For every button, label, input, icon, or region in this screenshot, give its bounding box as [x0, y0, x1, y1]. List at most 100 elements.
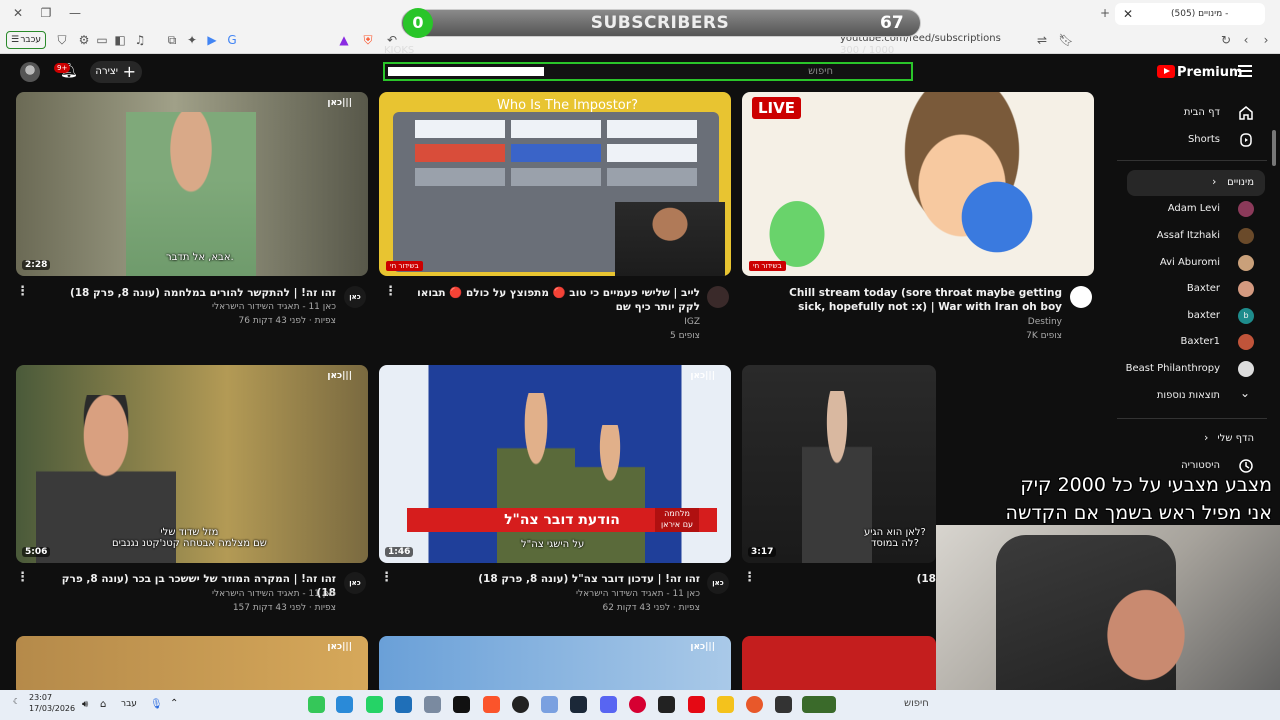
- sidebar-channel-beast-philanthropy[interactable]: Beast Philanthropy: [1070, 363, 1220, 374]
- account-avatar[interactable]: [20, 62, 40, 82]
- video-thumbnail[interactable]: Who Is The Impostor? בשידור חי: [379, 92, 731, 276]
- browser-tab[interactable]: (505) מינויים - YouTube: [1115, 3, 1265, 41]
- brave-icon[interactable]: ⛨: [360, 32, 376, 48]
- reload-icon[interactable]: ↻: [1218, 32, 1234, 48]
- video-thumbnail[interactable]: [742, 636, 936, 696]
- video-title[interactable]: (18: [880, 572, 936, 586]
- volume-icon[interactable]: 🔊︎: [82, 699, 88, 710]
- channel-name[interactable]: Destiny: [768, 315, 1062, 329]
- hamburger-menu-icon[interactable]: [1238, 65, 1252, 77]
- minimize-window-icon[interactable]: —: [67, 5, 83, 21]
- channel-name[interactable]: כאן 11 - תאגיד השידור הישראלי: [424, 587, 700, 601]
- more-options-icon[interactable]: ⋮: [384, 284, 397, 299]
- discord-icon[interactable]: [600, 696, 617, 713]
- sidebar-item-history[interactable]: היסטוריה: [1070, 460, 1220, 471]
- tabs-icon[interactable]: ▭: [94, 32, 110, 48]
- channel-name[interactable]: כאן 11 - תאגיד השידור הישראלי: [60, 587, 336, 601]
- screenshot-icon[interactable]: ⧉: [164, 32, 180, 48]
- more-options-icon[interactable]: ⋮: [380, 570, 393, 585]
- settings-icon[interactable]: [424, 696, 441, 713]
- close-tab-icon[interactable]: ✕: [1120, 6, 1136, 22]
- sidebar-channel-baxter[interactable]: Baxter: [1070, 283, 1220, 294]
- video-thumbnail[interactable]: כאן||| אבא, אל תדבר. 2:28: [16, 92, 368, 276]
- youtube-premium-logo[interactable]: Premium: [1157, 65, 1243, 80]
- back-icon[interactable]: ›: [1258, 32, 1274, 48]
- create-button[interactable]: יצירה +: [90, 61, 142, 83]
- channel-avatar[interactable]: כאן: [344, 572, 366, 594]
- extension-icon[interactable]: ✦: [184, 32, 200, 48]
- video-thumbnail[interactable]: כאן||| מזל שדוד שלי שם מצלמה אבטחה קטנ'ק…: [16, 365, 368, 563]
- app-icon[interactable]: [746, 696, 763, 713]
- netflix-icon[interactable]: [688, 696, 705, 713]
- restore-window-icon[interactable]: ❐: [38, 5, 54, 21]
- sidebar-channel-baxter-lower[interactable]: baxter: [1070, 310, 1220, 321]
- bookmark-icon[interactable]: 🔖︎: [1058, 32, 1074, 48]
- channel-name[interactable]: כאן 11 - תאגיד השידור הישראלי: [60, 300, 336, 314]
- channel-avatar[interactable]: [1070, 286, 1092, 308]
- tray-expand-icon[interactable]: ⌃: [170, 698, 178, 709]
- microphone-icon[interactable]: 🎙︎: [150, 699, 163, 710]
- close-window-icon[interactable]: ✕: [10, 5, 26, 21]
- settings-icon[interactable]: ⚙: [76, 32, 92, 48]
- weather-icon[interactable]: ☾: [13, 697, 20, 706]
- forward-icon[interactable]: ‹: [1238, 32, 1254, 48]
- sidebar-scrollbar[interactable]: [1272, 130, 1276, 166]
- split-icon[interactable]: ◧: [112, 32, 128, 48]
- meet-icon[interactable]: ▶: [204, 32, 220, 48]
- video-title[interactable]: לייב | שלישי פעמיים כי טוב 🔴 מתפוצץ על כ…: [400, 286, 700, 314]
- kan-logo: כאן|||: [690, 371, 715, 381]
- sidebar-you-header[interactable]: הדף שלי: [1104, 433, 1254, 444]
- channel-avatar[interactable]: כאן: [707, 572, 729, 594]
- chatgpt-icon[interactable]: [658, 696, 675, 713]
- live-tag: בשידור חי: [749, 261, 786, 271]
- sidebar-toggle-button[interactable]: ☰ עכבר: [6, 31, 46, 49]
- clock-time[interactable]: 23:07: [29, 693, 52, 702]
- music-icon[interactable]: ♫: [132, 32, 148, 48]
- video-title[interactable]: Chill stream today (sore throat maybe ge…: [768, 286, 1062, 314]
- channel-name[interactable]: IGZ: [400, 315, 700, 329]
- triangle-icon[interactable]: ▲: [336, 32, 352, 48]
- video-title[interactable]: זהו זה! | עדכון דובר צה"ל (עונה 8, פרק 1…: [424, 572, 700, 586]
- shield-icon[interactable]: ⛉: [54, 32, 70, 48]
- task-view-icon[interactable]: [775, 696, 792, 713]
- overlay-goal: 300 / 1000: [840, 45, 895, 56]
- video-thumbnail[interactable]: לאן הוא הגיע? לה במוסד? 3:17: [742, 365, 936, 563]
- steam-icon[interactable]: [570, 696, 587, 713]
- sidebar-show-more[interactable]: תוצאות נוספות: [1070, 390, 1220, 401]
- video-thumbnail[interactable]: כאן|||: [16, 636, 368, 696]
- telegram-icon[interactable]: [336, 696, 353, 713]
- language-indicator[interactable]: עבר: [121, 699, 137, 709]
- more-options-icon[interactable]: ⋮: [16, 284, 29, 299]
- channel-avatar[interactable]: [707, 286, 729, 308]
- more-options-icon[interactable]: ⋮: [743, 570, 756, 585]
- sidebar-divider: [1117, 160, 1267, 161]
- whatsapp-icon[interactable]: [308, 696, 325, 713]
- brave-browser-icon[interactable]: [483, 696, 500, 713]
- video-thumbnail[interactable]: הודעת דובר צה"ל מלחמה עם איראן על הישגי …: [379, 365, 731, 563]
- thumbnail-caption: אבא, אל תדבר.: [166, 252, 234, 263]
- whatsapp-beta-icon[interactable]: [366, 696, 383, 713]
- translate-icon[interactable]: G: [224, 32, 240, 48]
- network-icon[interactable]: ⌂: [100, 699, 106, 710]
- search-box[interactable]: חיפוש: [383, 62, 913, 81]
- app-icon[interactable]: [395, 696, 412, 713]
- widgets-icon[interactable]: [802, 696, 836, 713]
- clock-date[interactable]: 17/03/2026: [29, 704, 75, 713]
- game-title: Who Is The Impostor?: [497, 98, 639, 113]
- file-explorer-icon[interactable]: [717, 696, 734, 713]
- video-thumbnail[interactable]: כאן|||: [379, 636, 731, 696]
- media-player-icon[interactable]: [629, 696, 646, 713]
- github-icon[interactable]: [512, 696, 529, 713]
- player-slot: [511, 120, 601, 138]
- sidebar-channel-baxter1[interactable]: Baxter1: [1070, 336, 1220, 347]
- video-title[interactable]: זהו זה! | להתקשר להורים במלחמה (עונה 8, …: [60, 286, 336, 300]
- tune-icon[interactable]: ⇌: [1034, 32, 1050, 48]
- new-tab-icon[interactable]: +: [1097, 5, 1113, 21]
- capcut-icon[interactable]: [453, 696, 470, 713]
- taskbar-search[interactable]: חיפוש: [904, 698, 929, 709]
- app-icon[interactable]: [541, 696, 558, 713]
- cartoon-blue-character: [952, 172, 1042, 262]
- channel-avatar[interactable]: כאן: [344, 286, 366, 308]
- video-thumbnail[interactable]: LIVE בשידור חי: [742, 92, 1094, 276]
- more-options-icon[interactable]: ⋮: [16, 570, 29, 585]
